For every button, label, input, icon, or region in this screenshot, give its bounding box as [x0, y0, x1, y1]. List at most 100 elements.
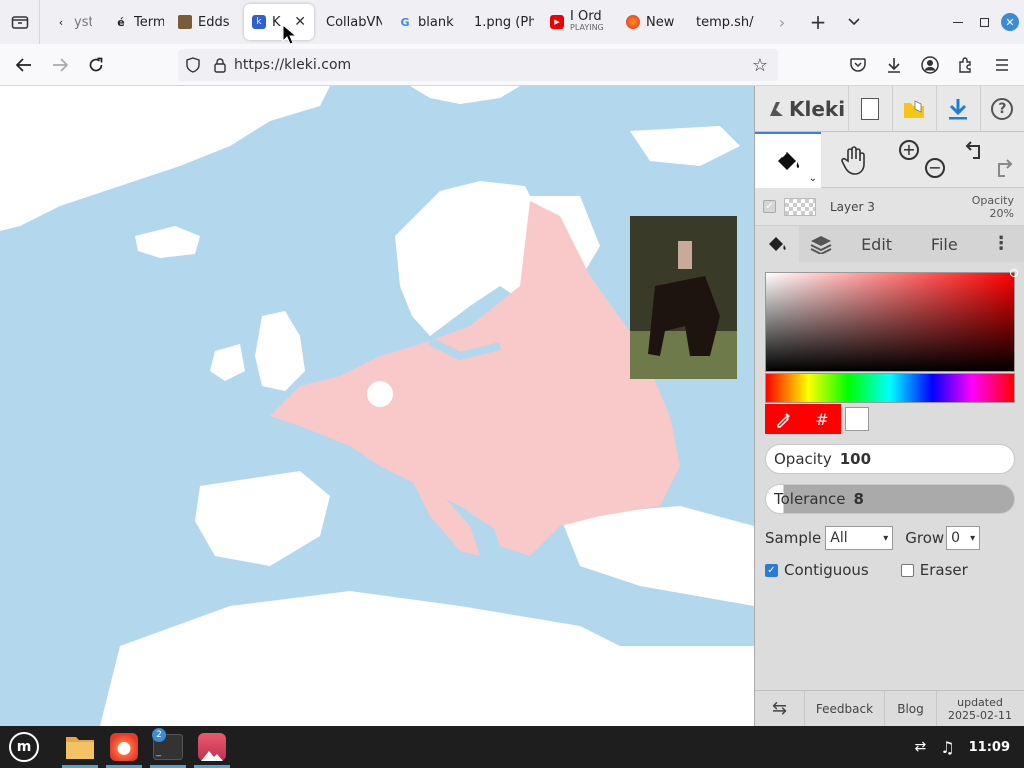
forward-button[interactable] [42, 47, 78, 83]
layer-visibility-checkbox[interactable]: ✓ [763, 200, 776, 213]
eyedropper-button[interactable] [765, 404, 803, 434]
tab-edit[interactable]: Edit [843, 226, 911, 262]
image-favicon-icon [178, 15, 192, 29]
panel-tabs: Edit File ⋮ [755, 226, 1024, 262]
files-app-button[interactable] [60, 726, 100, 768]
terminal-app-button[interactable]: _ 2 [148, 726, 188, 768]
tab-tempsh[interactable]: temp.sh/ [688, 4, 764, 40]
list-all-tabs-button[interactable] [836, 0, 872, 44]
swap-panel-side-button[interactable]: ⇆ [755, 690, 805, 727]
kleki-header: Kleki ? [755, 85, 1024, 132]
new-tab-button[interactable]: + [800, 0, 836, 44]
minimize-button[interactable] [944, 0, 972, 44]
tab-1png[interactable]: 1.png (Ph [466, 4, 542, 40]
eraser-label[interactable]: Eraser [920, 561, 968, 579]
active-layer-row[interactable]: ✓ Layer 3 Opacity 20% [755, 188, 1024, 226]
url-text[interactable]: https://kleki.com [234, 57, 351, 73]
tab-edds[interactable]: Edds [172, 4, 244, 40]
clock[interactable]: 11:09 [969, 740, 1010, 755]
extensions-button[interactable] [948, 47, 984, 83]
tab-term[interactable]: é Term [100, 4, 172, 40]
paint-bucket-tool-button[interactable]: ⌄ [755, 132, 821, 188]
more-menu-button[interactable]: ⋮ [978, 226, 1024, 262]
grow-select[interactable]: 0 ▾ [946, 526, 981, 550]
pocket-button[interactable] [840, 47, 876, 83]
tab-yste[interactable]: ‹ yste [40, 4, 100, 40]
zoom-in-icon[interactable]: + [899, 140, 919, 160]
drawing-canvas[interactable] [0, 86, 754, 726]
sample-select[interactable]: All ▾ [825, 526, 894, 550]
tab-layers[interactable] [799, 226, 843, 262]
europe-map-image [0, 86, 754, 726]
tab-list-button[interactable] [0, 0, 40, 44]
bookmark-star-icon[interactable]: ☆ [752, 55, 768, 76]
start-menu-button[interactable]: m [4, 726, 44, 768]
tab-list-icon [11, 16, 28, 29]
tool-row: ⌄ + − [755, 132, 1024, 188]
tracking-shield-icon[interactable] [186, 57, 200, 73]
feedback-link[interactable]: Feedback [805, 690, 885, 727]
tab-file[interactable]: File [910, 226, 978, 262]
image-viewer-app-button[interactable] [192, 726, 232, 768]
tab-collabvn[interactable]: CollabVN [314, 4, 390, 40]
lock-icon[interactable] [214, 57, 226, 73]
os-taskbar: m _ 2 ⇄ ♫ 11:09 [0, 726, 1024, 768]
redo-icon[interactable] [991, 158, 1013, 180]
mouse-cursor-icon [282, 24, 298, 45]
secondary-color-swatch[interactable] [845, 407, 869, 431]
color-swatch-row: # [765, 404, 869, 434]
network-disconnected-icon[interactable]: ⇄ [915, 739, 927, 755]
minimize-icon [953, 21, 963, 23]
hex-input-button[interactable]: # [803, 404, 841, 434]
changelog-link[interactable]: updated 2025-02-11 [937, 691, 1023, 727]
undo-icon[interactable] [965, 140, 987, 162]
opacity-slider[interactable]: Opacity 100 [765, 444, 1015, 474]
hand-tool-button[interactable] [821, 132, 887, 188]
tab-tool-settings[interactable] [755, 226, 799, 262]
back-button[interactable] [6, 47, 42, 83]
contiguous-label[interactable]: Contiguous [784, 561, 869, 579]
color-picker-handle[interactable] [1010, 269, 1018, 277]
hue-slider[interactable] [765, 373, 1015, 403]
zoom-out-icon[interactable]: − [925, 158, 945, 178]
tab-blank[interactable]: G blank [390, 4, 466, 40]
blank-page-icon [861, 97, 880, 120]
reload-button[interactable] [78, 47, 114, 83]
help-icon: ? [991, 97, 1014, 120]
kleki-logo[interactable]: Kleki [767, 97, 848, 121]
save-button[interactable] [935, 85, 980, 132]
url-bar[interactable]: https://kleki.com ☆ [178, 49, 778, 81]
chevron-down-icon[interactable]: ⌄ [809, 173, 817, 184]
close-window-button[interactable]: ✕ [996, 0, 1024, 44]
eraser-checkbox[interactable] [900, 563, 914, 577]
new-image-button[interactable] [847, 85, 892, 132]
download-icon [949, 98, 968, 119]
account-button[interactable] [912, 47, 948, 83]
eyedropper-icon [777, 413, 790, 428]
download-icon [888, 58, 900, 73]
open-file-button[interactable] [891, 85, 936, 132]
music-note-icon[interactable]: ♫ [940, 738, 954, 757]
tab-scroll-right-button[interactable]: › [764, 0, 800, 44]
paint-bucket-icon [778, 152, 800, 170]
firefox-app-button[interactable] [104, 726, 144, 768]
tolerance-slider[interactable]: Tolerance 8 [765, 484, 1015, 514]
back-chevron-icon: ‹ [58, 15, 64, 29]
downloads-button[interactable] [876, 47, 912, 83]
browser-tab-strip: ‹ yste é Term Edds k K ✕ CollabVN G blan… [0, 0, 1024, 44]
checkbox-row: ✓ Contiguous Eraser [765, 561, 968, 579]
maximize-button[interactable] [970, 0, 998, 44]
tab-new[interactable]: New [618, 4, 688, 40]
menu-button[interactable] [984, 47, 1020, 83]
tab-kleki[interactable]: k K ✕ [244, 4, 314, 40]
help-button[interactable]: ? [979, 85, 1024, 132]
tab-youtube[interactable]: ▶ I Ord PLAYING [542, 4, 618, 40]
contiguous-checkbox[interactable]: ✓ [765, 563, 778, 577]
chevron-down-icon [848, 18, 860, 26]
pocket-icon [850, 58, 866, 72]
close-icon: ✕ [1001, 13, 1019, 31]
blog-link[interactable]: Blog [885, 690, 937, 727]
arrow-right-icon [53, 57, 68, 72]
chevron-right-icon: › [778, 12, 786, 32]
saturation-value-picker[interactable] [765, 269, 1018, 372]
